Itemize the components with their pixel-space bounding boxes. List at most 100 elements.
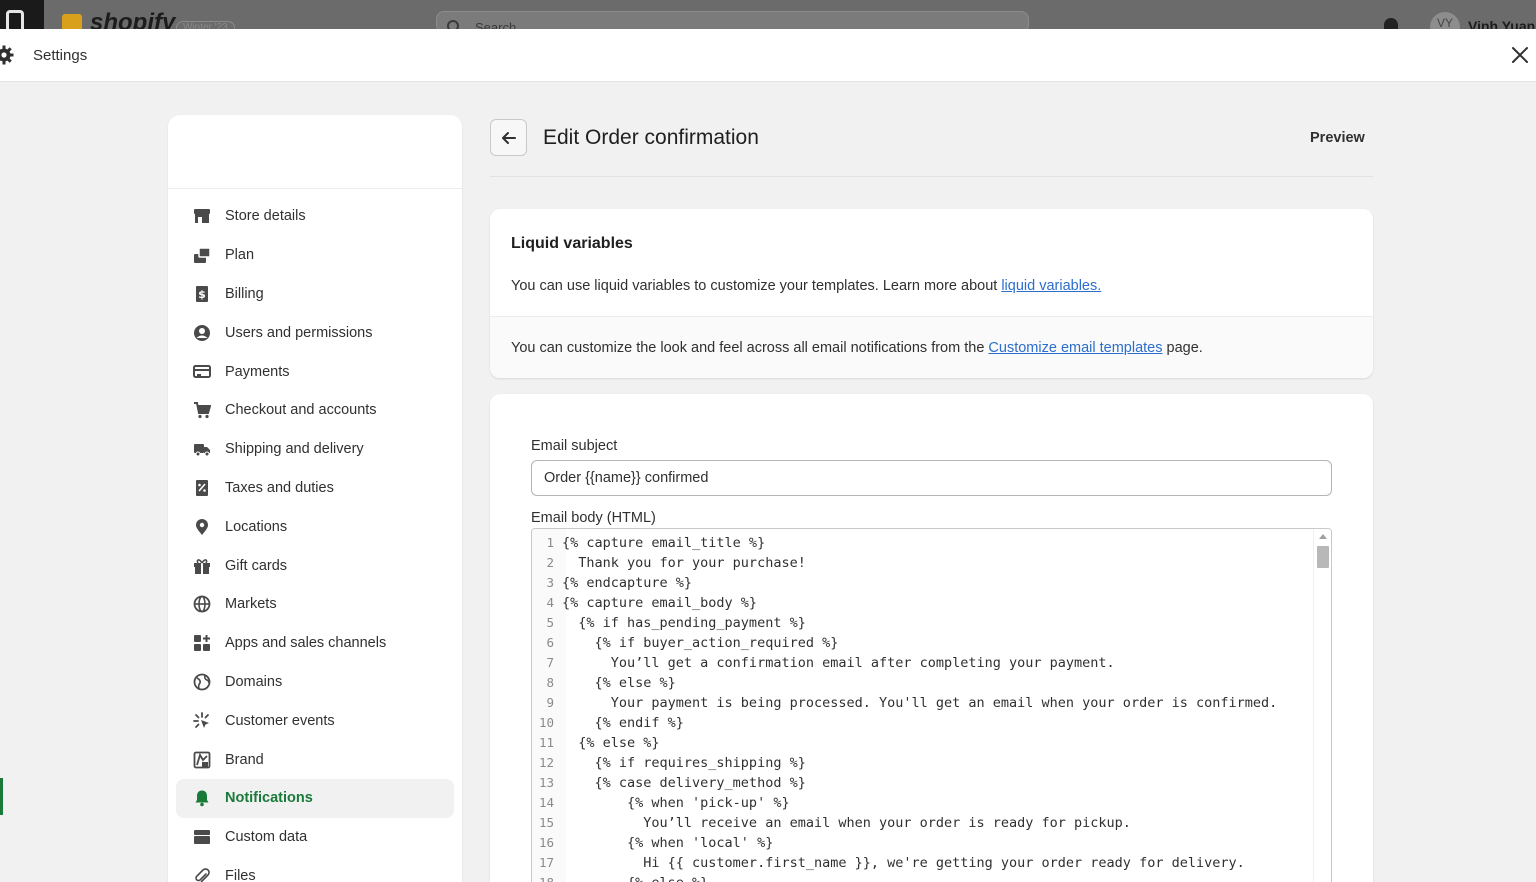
sidebar-item-markets[interactable]: Markets [176, 585, 454, 624]
code-scrollbar[interactable] [1313, 529, 1331, 882]
sidebar-item-label: Billing [225, 285, 264, 302]
line-text: You’ll receive an email when your order … [562, 815, 1131, 831]
code-line[interactable]: 13 {% case delivery_method %} [532, 773, 1314, 793]
line-number: 2 [546, 555, 554, 570]
scroll-thumb[interactable] [1317, 546, 1329, 568]
code-line[interactable]: 14 {% when 'pick-up' %} [532, 793, 1314, 813]
customize-email-templates-link[interactable]: Customize email templates [988, 340, 1162, 356]
line-text: You’ll get a confirmation email after co… [562, 655, 1115, 671]
code-line[interactable]: 11 {% else %} [532, 733, 1314, 753]
code-line[interactable]: 9 Your payment is being processed. You'l… [532, 693, 1314, 713]
line-number: 9 [546, 695, 554, 710]
code-line[interactable]: 10 {% endif %} [532, 713, 1314, 733]
settings-header: Settings [0, 29, 1536, 82]
sidebar-item-billing[interactable]: $ Billing [176, 275, 454, 314]
line-text: {% capture email_body %} [562, 595, 758, 611]
settings-nav: Store details Plan $ Billing Users and p… [168, 197, 462, 882]
sidebar-item-apps[interactable]: Apps and sales channels [176, 624, 454, 663]
email-subject-input[interactable] [531, 460, 1332, 496]
sidebar-item-label: Custom data [225, 829, 308, 846]
line-text: Hi {{ customer.first_name }}, we're gett… [562, 855, 1245, 871]
paperclip-icon [192, 866, 212, 882]
payments-icon [192, 362, 212, 382]
tax-icon [192, 478, 212, 498]
sidebar-item-customer-events[interactable]: Customer events [176, 701, 454, 740]
sidebar-item-users[interactable]: Users and permissions [176, 313, 454, 352]
bell-icon [192, 788, 212, 808]
sidebar-item-locations[interactable]: Locations [176, 507, 454, 546]
line-number: 12 [538, 755, 554, 770]
plan-icon [192, 245, 212, 265]
sidebar-item-files[interactable]: Files [176, 857, 454, 882]
code-line[interactable]: 5 {% if has_pending_payment %} [532, 613, 1314, 633]
code-line[interactable]: 8 {% else %} [532, 673, 1314, 693]
email-body-code-editor[interactable]: 1 {% capture email_title %} 2 Thank you fo… [531, 528, 1332, 882]
code-line[interactable]: 17 Hi {{ customer.first_name }}, we're g… [532, 853, 1314, 873]
sidebar-item-notifications[interactable]: Notifications [176, 778, 454, 818]
svg-text:$: $ [198, 288, 206, 301]
line-text: {% case delivery_method %} [562, 775, 806, 791]
line-number: 3 [546, 575, 554, 590]
line-number: 5 [546, 615, 554, 630]
email-body-label: Email body (HTML) [531, 510, 656, 526]
line-text: Your payment is being processed. You'll … [562, 695, 1278, 711]
line-number: 4 [546, 595, 554, 610]
sidebar-item-plan[interactable]: Plan [176, 236, 454, 275]
line-text: {% else %} [562, 735, 660, 751]
code-line[interactable]: 1 {% capture email_title %} [532, 533, 1314, 553]
line-text: {% if buyer_action_required %} [562, 635, 839, 651]
code-line[interactable]: 3 {% endcapture %} [532, 573, 1314, 593]
gift-icon [192, 556, 212, 576]
back-button[interactable] [490, 119, 527, 156]
code-line[interactable]: 6 {% if buyer_action_required %} [532, 633, 1314, 653]
line-number: 6 [546, 635, 554, 650]
code-line[interactable]: 16 {% when 'local' %} [532, 833, 1314, 853]
sidebar-item-label: Locations [225, 518, 288, 535]
shopify-topbar: shopify Winter '23 Search VY Vinh Yuan [0, 0, 1536, 42]
code-line[interactable]: 4 {% capture email_body %} [532, 593, 1314, 613]
sidebar-item-domains[interactable]: Domains [176, 663, 454, 702]
liquid-variables-link[interactable]: liquid variables. [1001, 278, 1101, 294]
sidebar-item-label: Markets [225, 596, 277, 613]
sidebar-item-store-details[interactable]: Store details [176, 197, 454, 236]
store-icon [192, 206, 212, 226]
sidebar-item-gift-cards[interactable]: Gift cards [176, 546, 454, 585]
sidebar-item-label: Users and permissions [225, 324, 373, 341]
line-text: {% if has_pending_payment %} [562, 615, 806, 631]
preview-button[interactable]: Preview [1310, 130, 1365, 146]
line-text: {% capture email_title %} [562, 535, 766, 551]
code-line[interactable]: 7 You’ll get a confirmation email after … [532, 653, 1314, 673]
sidebar-item-brand[interactable]: Brand [176, 740, 454, 779]
line-text: {% else %} [562, 675, 676, 691]
customize-help-suffix: page. [1162, 340, 1203, 356]
sidebar-item-checkout[interactable]: Checkout and accounts [176, 391, 454, 430]
code-line[interactable]: 2 Thank you for your purchase! [532, 553, 1314, 573]
sidebar-item-taxes[interactable]: Taxes and duties [176, 469, 454, 508]
truck-icon [192, 439, 212, 459]
scroll-up-arrow-icon[interactable] [1319, 534, 1327, 539]
bell-icon[interactable] [1384, 18, 1398, 29]
sidebar-item-custom-data[interactable]: Custom data [176, 818, 454, 857]
liquid-variables-card: Liquid variables You can use liquid vari… [490, 209, 1373, 378]
cart-icon [192, 400, 212, 420]
arrow-left-icon [501, 131, 516, 144]
sidebar-item-payments[interactable]: Payments [176, 352, 454, 391]
code-lines: 1 {% capture email_title %} 2 Thank you fo… [532, 533, 1314, 882]
sidebar-item-label: Files [225, 867, 256, 882]
settings-title: Settings [33, 47, 88, 64]
active-indicator [0, 778, 3, 815]
line-text: {% else %} [562, 873, 708, 882]
line-number: 11 [538, 735, 554, 750]
code-line[interactable]: 15 You’ll receive an email when your ord… [532, 813, 1314, 833]
code-line[interactable]: 18 {% else %} [532, 873, 1314, 882]
liquid-help-text: You can use liquid variables to customiz… [511, 278, 1101, 294]
sidebar-item-shipping[interactable]: Shipping and delivery [176, 430, 454, 469]
line-number: 18 [532, 873, 562, 882]
store-header [168, 115, 462, 189]
line-text: {% when 'pick-up' %} [562, 795, 790, 811]
close-icon[interactable] [1508, 43, 1532, 67]
shopify-logo-icon[interactable] [0, 0, 44, 29]
code-line[interactable]: 12 {% if requires_shipping %} [532, 753, 1314, 773]
line-number: 13 [538, 775, 554, 790]
sparkle-icon [192, 711, 212, 731]
